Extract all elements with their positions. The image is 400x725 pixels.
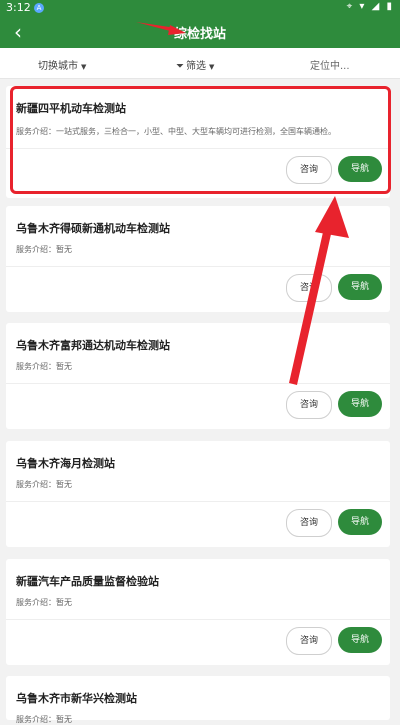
annotation-arrows — [136, 22, 349, 385]
highlight-pointer-arrowhead — [315, 196, 349, 238]
title-pointer-arrowhead — [168, 25, 186, 35]
highlight-pointer-arrow — [289, 210, 336, 385]
